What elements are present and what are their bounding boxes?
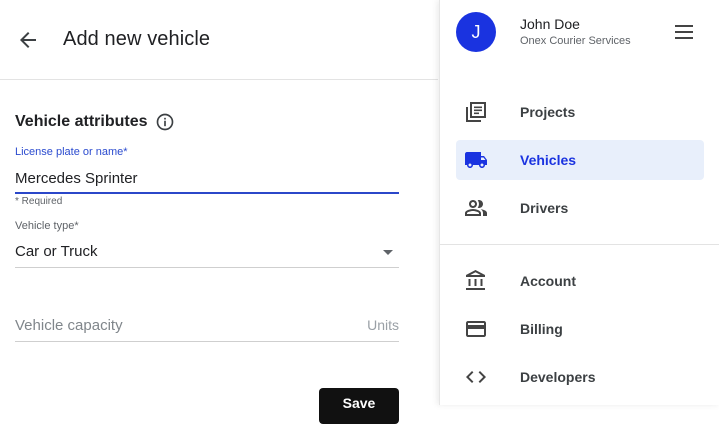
nav-label-projects: Projects [520,104,576,120]
nav-item-vehicles[interactable]: Vehicles [456,140,704,180]
navigation-drawer: J John Doe Onex Courier Services Project… [439,0,719,405]
nav-label-account: Account [520,273,576,289]
vehicle-type-label: Vehicle type* [15,220,79,232]
section-title: Vehicle attributes [15,113,148,130]
info-icon[interactable] [155,112,175,132]
truck-icon [465,152,487,168]
page-title: Add new vehicle [63,28,211,50]
nav-item-billing[interactable]: Billing [456,309,704,349]
user-name: John Doe [520,16,580,32]
nav-item-account[interactable]: Account [456,261,704,301]
nav-item-projects[interactable]: Projects [456,92,704,132]
nav-divider [440,244,719,245]
dropdown-arrow-icon [383,250,393,255]
code-icon [466,371,486,383]
vehicle-capacity-input[interactable]: Vehicle capacity Units [15,312,399,342]
license-plate-field: License plate or name* [15,146,399,194]
hamburger-menu-icon[interactable] [673,22,695,42]
license-plate-input[interactable] [15,164,399,194]
page-header: Add new vehicle [0,0,438,80]
vehicle-type-field: Vehicle type* Car or Truck [15,220,399,268]
capacity-units-suffix: Units [367,317,399,333]
vehicle-capacity-placeholder: Vehicle capacity [15,317,123,334]
vehicle-type-select[interactable]: Car or Truck [15,237,399,268]
vehicle-type-value: Car or Truck [15,243,98,260]
bank-icon [466,270,485,290]
back-arrow-icon[interactable] [16,28,40,52]
projects-icon [466,102,486,122]
people-icon [465,200,487,216]
nav-label-billing: Billing [520,321,563,337]
license-plate-label: License plate or name* [15,146,128,158]
nav-label-developers: Developers [520,369,596,385]
nav-item-drivers[interactable]: Drivers [456,188,704,228]
nav-label-drivers: Drivers [520,200,569,216]
credit-card-icon [466,321,486,337]
save-button[interactable]: Save [319,388,399,424]
avatar[interactable]: J [456,12,496,52]
required-helper-text: * Required [15,196,63,207]
user-organization: Onex Courier Services [520,35,631,47]
nav-label-vehicles: Vehicles [520,152,577,168]
nav-item-developers[interactable]: Developers [456,357,704,397]
